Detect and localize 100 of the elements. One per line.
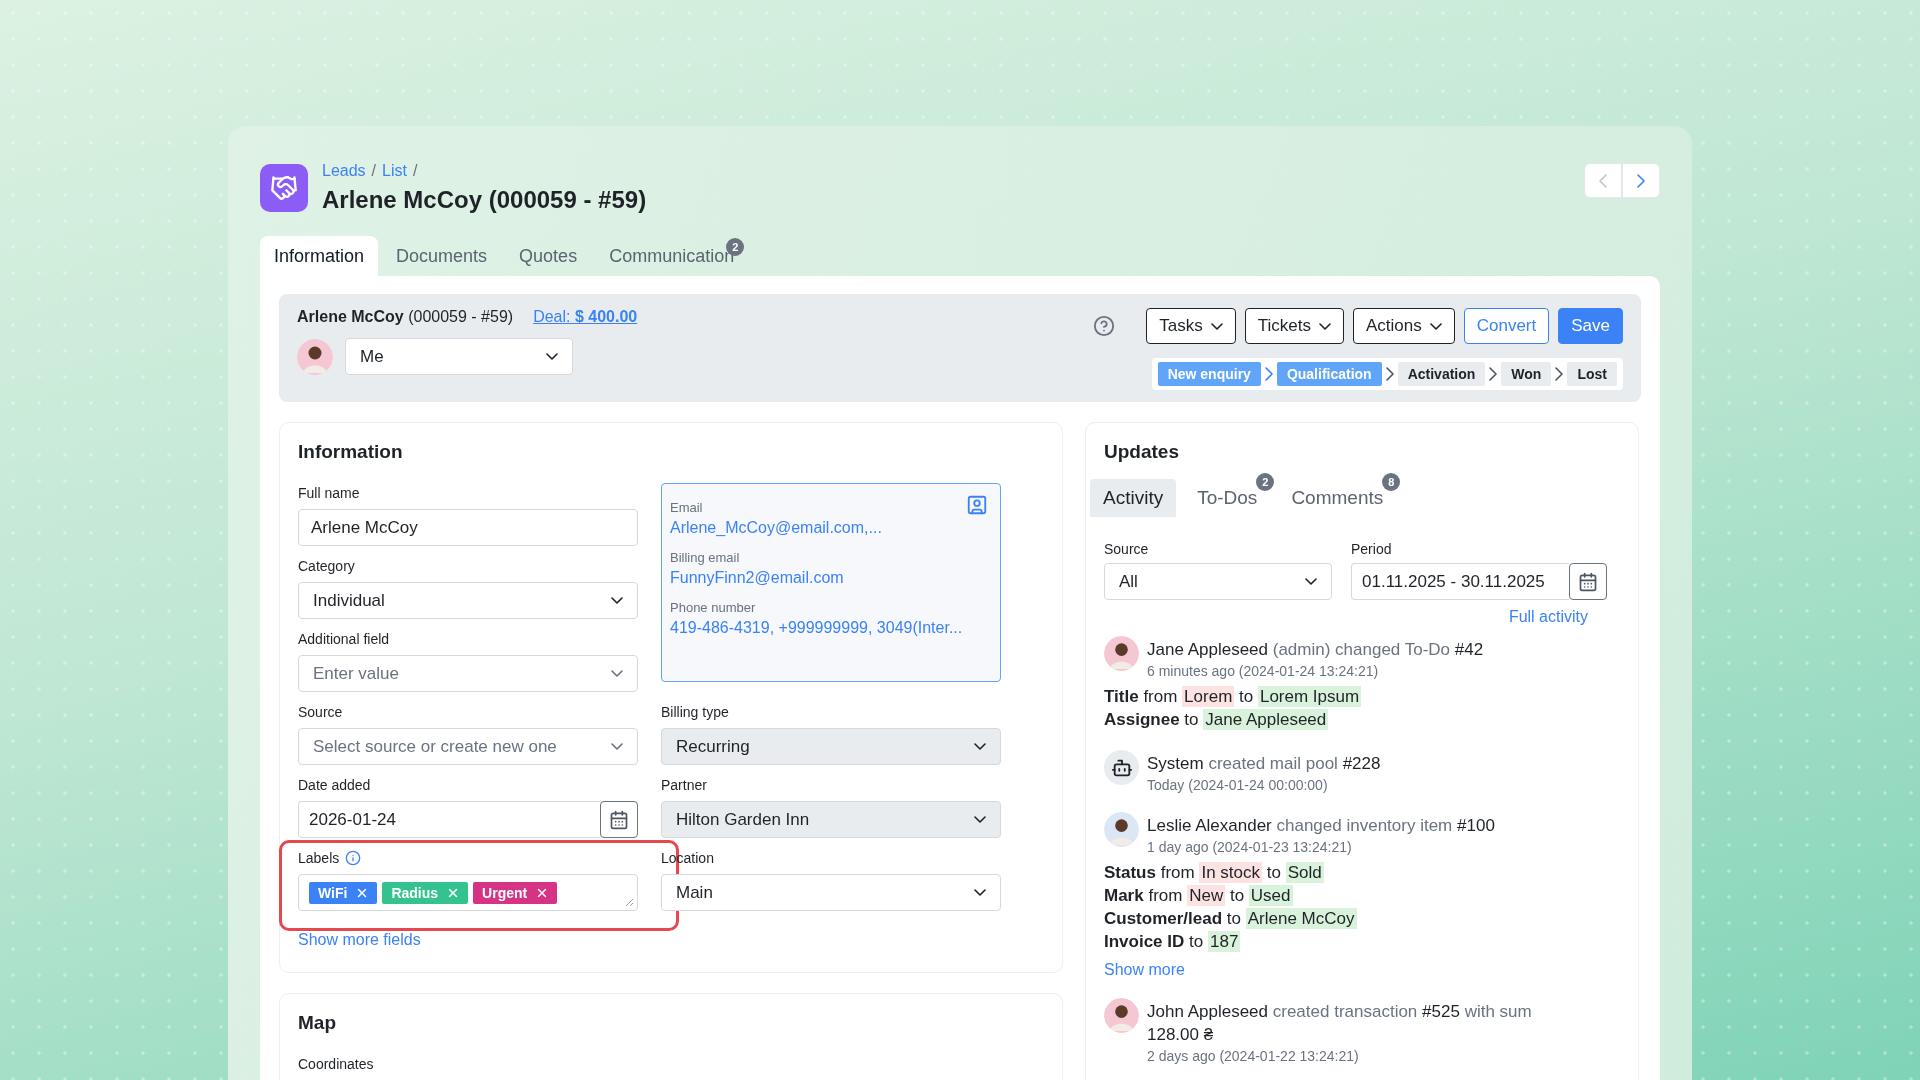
- activity-time: 2 days ago (2024-01-22 13:24:21): [1147, 1048, 1360, 1064]
- change-line: Customer/lead to Arlene McCoy: [1104, 907, 1358, 930]
- chevron-down-icon: [611, 670, 623, 677]
- owner-select[interactable]: Me: [345, 338, 573, 375]
- robot-icon: [1104, 750, 1139, 785]
- contact-label: Phone number: [670, 600, 756, 615]
- field-label: Labels: [298, 848, 638, 868]
- field-label: Period: [1351, 540, 1393, 559]
- tab[interactable]: Activity: [1090, 479, 1177, 517]
- text-field[interactable]: Arlene McCoy: [298, 509, 638, 546]
- tag: WiFi: [309, 881, 378, 904]
- calendar-icon: [609, 809, 629, 830]
- action-button[interactable]: Save: [1558, 308, 1623, 344]
- page-title: Arlene McCoy (000059 - #59): [322, 186, 648, 214]
- action-button[interactable]: Tickets: [1244, 308, 1344, 344]
- chevron-down-icon: [611, 597, 623, 604]
- tags-field[interactable]: WiFi Radius Urgent: [298, 874, 638, 911]
- field-label: Coordinates: [298, 1055, 375, 1074]
- activity-headline: Leslie Alexander changed inventory item #100: [1147, 815, 1495, 837]
- full-activity-link[interactable]: Full activity: [1508, 608, 1588, 626]
- contact-link[interactable]: Arlene_McCoy@email.com,...: [670, 519, 882, 537]
- count-badge: 2: [1256, 473, 1275, 491]
- section-title: Map: [298, 1012, 337, 1034]
- next-button[interactable]: [1622, 163, 1660, 198]
- activity-headline: System created mail pool #228: [1147, 753, 1381, 775]
- activity-time: 6 minutes ago (2024-01-24 13:24:21): [1147, 663, 1380, 679]
- activity-headline: John Appleseed created transaction #525 with sum 128.00 ₴: [1147, 1001, 1533, 1046]
- chevron-left-icon: [1599, 173, 1607, 188]
- help-icon[interactable]: [1093, 315, 1116, 337]
- select-field[interactable]: Main: [661, 874, 1001, 911]
- action-button[interactable]: Convert: [1463, 308, 1550, 344]
- breadcrumb-link[interactable]: Leads: [322, 162, 366, 180]
- deal-link[interactable]: Deal: $ 400.00: [533, 308, 638, 326]
- change-line: Mark from New to Used: [1104, 884, 1294, 907]
- show-more-link[interactable]: Show more fields: [298, 931, 421, 949]
- chevron-down-icon: [974, 743, 986, 750]
- chevron-right-icon: [1385, 367, 1394, 381]
- field-label: Date added: [298, 776, 372, 795]
- activity-headline: Jane Appleseed (admin) changed To-Do #42: [1147, 639, 1484, 661]
- avatar: [1104, 636, 1139, 671]
- info-icon[interactable]: [345, 850, 362, 866]
- field-label: Additional field: [298, 630, 391, 649]
- field-label: Partner: [661, 776, 708, 795]
- tag: Radius: [382, 881, 469, 904]
- chevron-down-icon: [974, 816, 986, 823]
- field-label: Full name: [298, 484, 361, 503]
- tab[interactable]: Documents: [382, 236, 502, 276]
- resize-grip-icon[interactable]: [624, 897, 634, 907]
- tab[interactable]: Quotes: [505, 236, 592, 276]
- date-field[interactable]: 2026-01-24: [298, 801, 600, 838]
- calendar-button[interactable]: [600, 801, 638, 838]
- chevron-down-icon: [974, 889, 986, 896]
- stage-step[interactable]: Won: [1501, 362, 1552, 386]
- stage-step[interactable]: Lost: [1567, 362, 1617, 386]
- chevron-down-icon: [611, 743, 623, 750]
- change-line: Assignee to Jane Appleseed: [1104, 708, 1330, 731]
- contact-card-icon[interactable]: [966, 494, 988, 516]
- breadcrumb-link[interactable]: List: [382, 162, 407, 180]
- section-title: Updates: [1104, 441, 1180, 463]
- handshake-icon: [260, 164, 308, 212]
- select-field[interactable]: All: [1104, 563, 1332, 600]
- avatar: [1104, 998, 1139, 1033]
- change-line: Title from Lorem to Lorem Ipsum: [1104, 685, 1363, 708]
- section-title: Information: [298, 441, 404, 463]
- chevron-down-icon: [1210, 322, 1223, 330]
- contact-link[interactable]: 419-486-4319, +999999999, 3049(Inter...: [670, 619, 963, 637]
- count-badge: 8: [1382, 473, 1401, 491]
- change-line: Invoice ID to 187: [1104, 930, 1242, 953]
- breadcrumb-separator: /: [412, 162, 418, 180]
- chevron-down-icon: [1429, 322, 1442, 330]
- field-label: Category: [298, 557, 356, 576]
- chevron-down-icon: [1305, 578, 1317, 585]
- avatar: [1104, 812, 1139, 847]
- chevron-right-icon: [1637, 173, 1645, 188]
- contact-label: Email: [670, 500, 703, 515]
- avatar: [297, 338, 333, 375]
- contact-link[interactable]: FunnyFinn2@email.com: [670, 569, 844, 587]
- action-button[interactable]: Tasks: [1146, 308, 1236, 344]
- field-label: Source: [298, 703, 344, 722]
- field-label: Source: [1104, 540, 1150, 559]
- action-button[interactable]: Actions: [1352, 308, 1455, 344]
- select-field[interactable]: Select source or create new one: [298, 728, 638, 765]
- contact-label: Billing email: [670, 550, 740, 565]
- chevron-down-icon: [1318, 322, 1331, 330]
- chevron-right-icon: [1489, 367, 1498, 381]
- tag: Urgent: [473, 881, 558, 904]
- date-range-field[interactable]: 01.11.2025 - 30.11.2025: [1351, 563, 1569, 600]
- select-field[interactable]: Hilton Garden Inn: [661, 801, 1001, 838]
- lead-name: Arlene McCoy (000059 - #59): [297, 308, 514, 326]
- activity-time: Today (2024-01-24 00:00:00): [1147, 777, 1329, 793]
- calendar-button[interactable]: [1569, 563, 1607, 600]
- select-field[interactable]: Enter value: [298, 655, 638, 692]
- select-field[interactable]: Individual: [298, 582, 638, 619]
- show-more-link[interactable]: Show more: [1104, 961, 1620, 979]
- stage-step[interactable]: Activation: [1397, 362, 1486, 386]
- chevron-right-icon: [1555, 367, 1564, 381]
- tab[interactable]: Information: [260, 236, 379, 276]
- select-field[interactable]: Recurring: [661, 728, 1001, 765]
- calendar-icon: [1578, 571, 1598, 592]
- activity-time: 1 day ago (2024-01-23 13:24:21): [1147, 839, 1353, 855]
